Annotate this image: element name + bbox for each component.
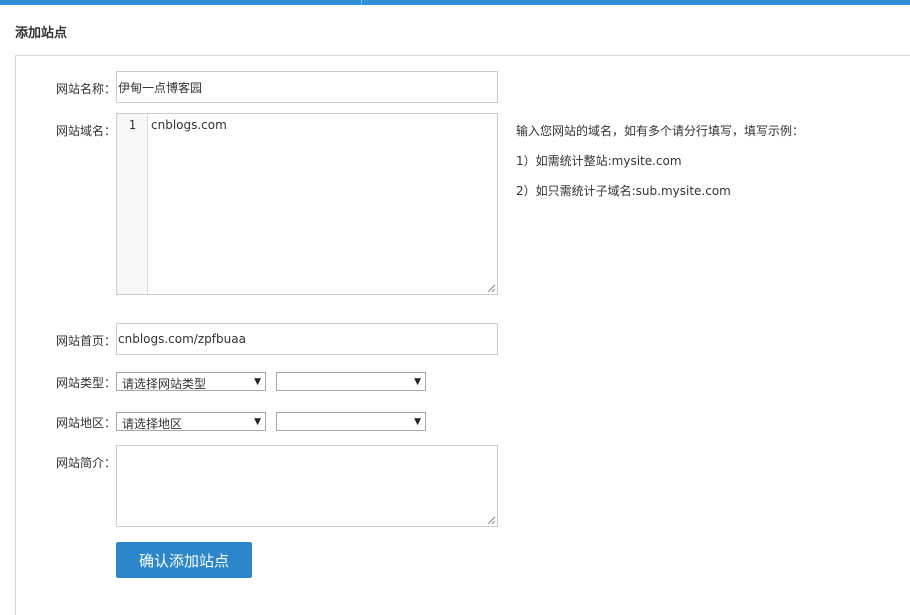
site-name-input[interactable] <box>116 71 498 103</box>
page-title: 添加站点 <box>15 26 68 41</box>
domain-hint-example-2: 2）如只需统计子域名:sub.mysite.com <box>516 184 731 198</box>
homepage-input[interactable] <box>116 323 498 355</box>
top-accent-bar <box>0 0 910 5</box>
domain-hint-example-1: 1）如需统计整站:mysite.com <box>516 154 682 168</box>
dropdown-arrow-icon: ▼ <box>254 377 261 387</box>
site-type-label: 网站类型： <box>56 376 117 390</box>
dropdown-arrow-icon: ▼ <box>254 417 261 427</box>
region-selected: 请选择地区 <box>122 417 183 431</box>
dropdown-arrow-icon: ▼ <box>414 377 421 387</box>
intro-textarea[interactable] <box>116 445 498 527</box>
line-number-gutter: 1 <box>117 114 148 294</box>
homepage-label: 网站首页： <box>56 334 117 348</box>
domain-label: 网站域名： <box>56 124 117 138</box>
subregion-select[interactable]: ▼ <box>276 412 426 431</box>
resize-grip-icon[interactable] <box>487 516 496 525</box>
region-label: 网站地区： <box>56 416 117 430</box>
site-subtype-select[interactable]: ▼ <box>276 372 426 391</box>
domain-hint-intro: 输入您网站的域名，如有多个请分行填写，填写示例： <box>516 124 805 138</box>
site-type-selected: 请选择网站类型 <box>122 377 207 391</box>
top-bar-divider <box>361 0 362 5</box>
site-name-label: 网站名称： <box>56 82 117 96</box>
domain-editor-line[interactable]: cnblogs.com <box>151 118 227 132</box>
line-number: 1 <box>128 118 136 132</box>
domain-editor[interactable]: 1 cnblogs.com <box>116 113 498 295</box>
intro-label: 网站简介： <box>56 456 117 470</box>
resize-grip-icon[interactable] <box>487 284 496 293</box>
site-type-select[interactable]: 请选择网站类型 ▼ <box>116 372 266 391</box>
dropdown-arrow-icon: ▼ <box>414 417 421 427</box>
confirm-add-site-button[interactable]: 确认添加站点 <box>116 542 252 578</box>
region-select[interactable]: 请选择地区 ▼ <box>116 412 266 431</box>
